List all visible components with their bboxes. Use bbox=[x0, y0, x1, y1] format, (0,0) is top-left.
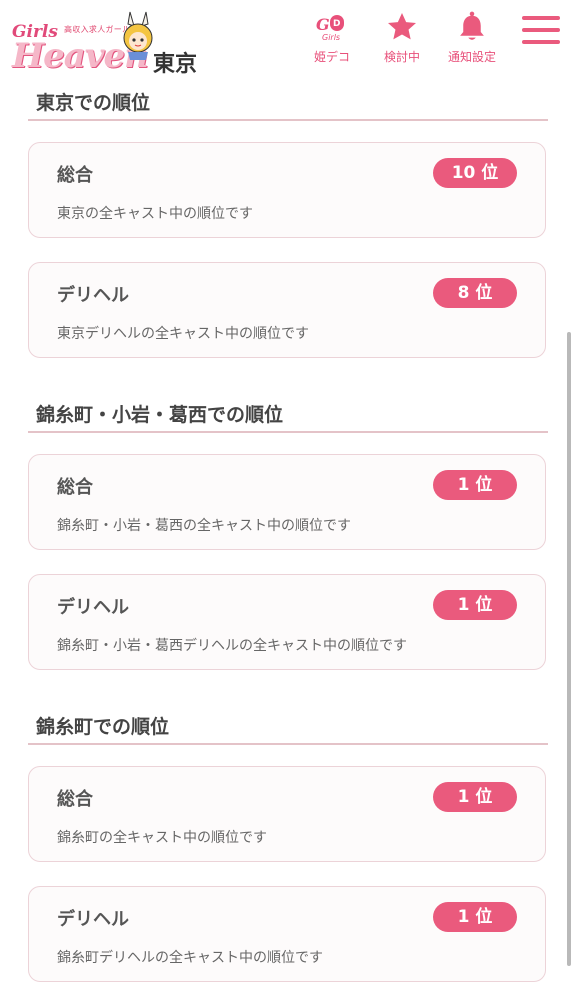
svg-text:Girls: Girls bbox=[322, 33, 340, 42]
rank-card-title: デリヘル bbox=[57, 285, 129, 306]
rank-card-description: 錦糸町の全キャスト中の順位です bbox=[57, 830, 267, 846]
rank-card-kinshicho-delivery[interactable]: デリヘル 1 位 錦糸町デリヘルの全キャスト中の順位です bbox=[28, 886, 546, 982]
site-logo[interactable]: Girls 高収入求人ガールズ Heaven 東京 bbox=[10, 8, 210, 77]
svg-text:G: G bbox=[316, 15, 330, 34]
hamburger-menu-button[interactable] bbox=[522, 16, 560, 50]
rank-card-description: 錦糸町デリヘルの全キャスト中の順位です bbox=[57, 950, 323, 966]
rank-card-area-delivery[interactable]: デリヘル 1 位 錦糸町・小岩・葛西デリヘルの全キャスト中の順位です bbox=[28, 574, 546, 670]
rank-card-title: 総合 bbox=[57, 477, 93, 498]
rank-card-kinshicho-overall[interactable]: 総合 1 位 錦糸町の全キャスト中の順位です bbox=[28, 766, 546, 862]
rank-card-title: デリヘル bbox=[57, 597, 129, 618]
section-divider bbox=[28, 119, 548, 121]
rank-badge: 1 位 bbox=[433, 902, 517, 932]
rank-card-title: デリヘル bbox=[57, 909, 129, 930]
rank-card-description: 東京の全キャスト中の順位です bbox=[57, 206, 253, 222]
nav-hime-deco-label: 姫デコ bbox=[313, 50, 350, 64]
rank-badge: 1 位 bbox=[433, 470, 517, 500]
rank-card-description: 錦糸町・小岩・葛西デリヘルの全キャスト中の順位です bbox=[57, 638, 407, 654]
rank-card-description: 錦糸町・小岩・葛西の全キャスト中の順位です bbox=[57, 518, 351, 534]
bell-icon bbox=[457, 8, 487, 46]
logo-city: 東京 bbox=[153, 52, 198, 77]
star-icon bbox=[385, 8, 419, 46]
rank-card-area-overall[interactable]: 総合 1 位 錦糸町・小岩・葛西の全キャスト中の順位です bbox=[28, 454, 546, 550]
rank-badge: 1 位 bbox=[433, 590, 517, 620]
rank-card-title: 総合 bbox=[57, 789, 93, 810]
nav-notifications-label: 通知設定 bbox=[447, 50, 496, 64]
nav-hime-deco[interactable]: G D Girls 姫デコ bbox=[297, 8, 367, 65]
section-title-tokyo: 東京での順位 bbox=[36, 92, 151, 114]
section-divider bbox=[28, 431, 548, 433]
rank-badge: 8 位 bbox=[433, 278, 517, 308]
site-header: Girls 高収入求人ガールズ Heaven 東京 G D Girls 姫デコ bbox=[0, 0, 576, 84]
deco-logo-icon: G D Girls bbox=[314, 8, 350, 46]
section-title-area: 錦糸町・小岩・葛西での順位 bbox=[36, 404, 284, 426]
rank-badge: 10 位 bbox=[433, 158, 517, 188]
scrollbar[interactable] bbox=[567, 332, 571, 966]
rank-badge: 1 位 bbox=[433, 782, 517, 812]
rank-card-tokyo-delivery[interactable]: デリヘル 8 位 東京デリヘルの全キャスト中の順位です bbox=[28, 262, 546, 358]
svg-text:D: D bbox=[333, 19, 340, 29]
rank-card-tokyo-overall[interactable]: 総合 10 位 東京の全キャスト中の順位です bbox=[28, 142, 546, 238]
nav-favorites-label: 検討中 bbox=[383, 50, 420, 64]
mascot-icon bbox=[123, 11, 153, 60]
rank-card-description: 東京デリヘルの全キャスト中の順位です bbox=[57, 326, 309, 342]
nav-notifications[interactable]: 通知設定 bbox=[437, 8, 507, 65]
nav-favorites[interactable]: 検討中 bbox=[367, 8, 437, 65]
hamburger-icon bbox=[522, 16, 560, 20]
section-divider bbox=[28, 743, 548, 745]
section-title-kinshicho: 錦糸町での順位 bbox=[36, 716, 170, 738]
rank-card-title: 総合 bbox=[57, 165, 93, 186]
